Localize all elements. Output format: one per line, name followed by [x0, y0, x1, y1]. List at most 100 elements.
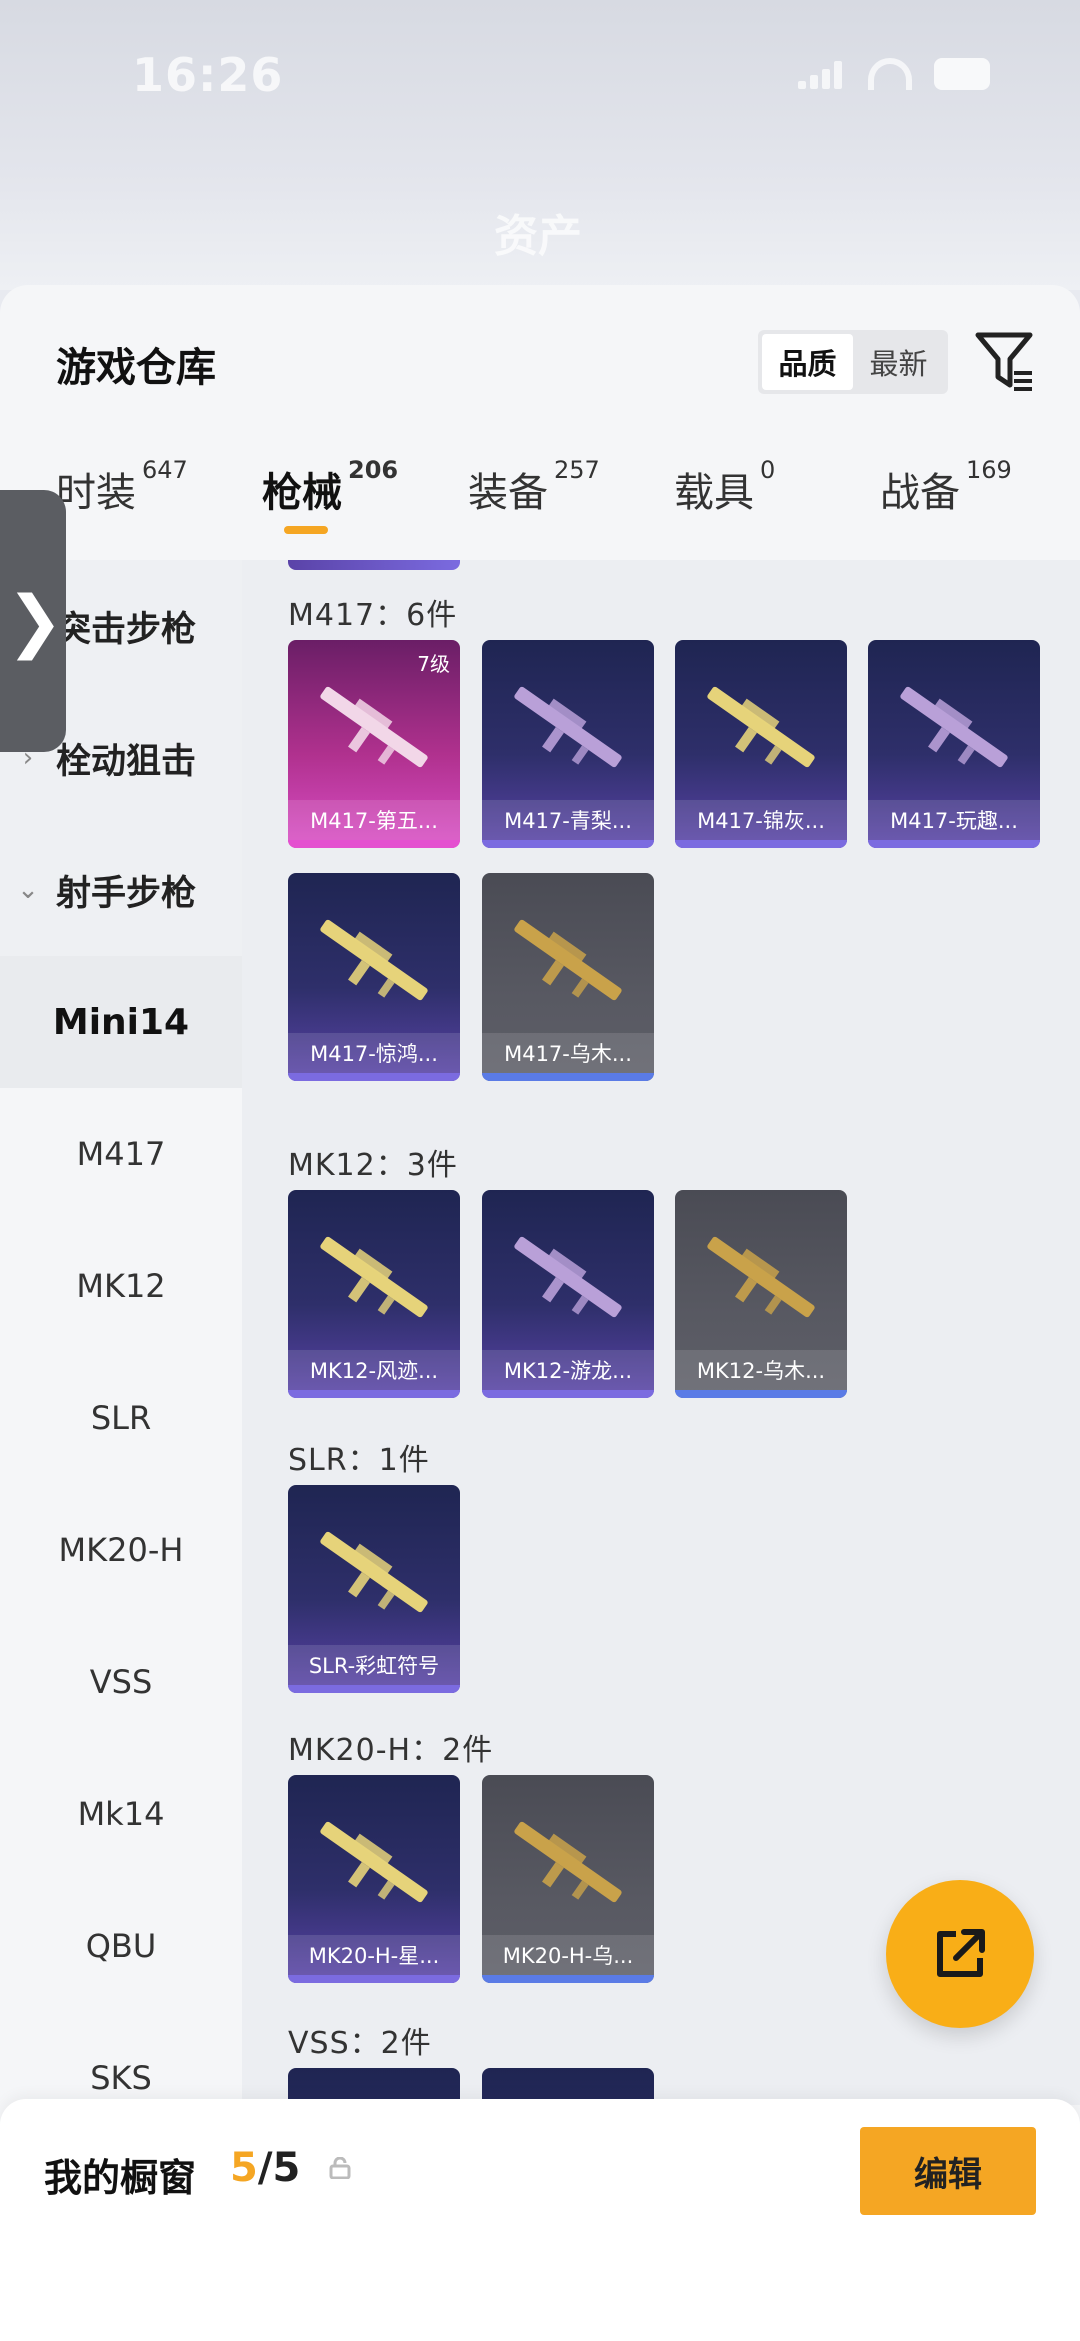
weapon-icon	[320, 1821, 428, 1903]
collapse-handle[interactable]: ❯	[0, 490, 66, 752]
edit-button[interactable]: 编辑	[860, 2127, 1036, 2215]
rarity-bar	[482, 1390, 654, 1398]
tab-outfits[interactable]: 时装 647	[56, 456, 188, 518]
rarity-bar	[288, 1390, 460, 1398]
tab-vehicles[interactable]: 载具 0	[674, 456, 775, 518]
weapon-name: SLR-彩虹符号	[288, 1645, 460, 1685]
battery-icon	[934, 58, 990, 90]
rarity-bar	[675, 840, 847, 848]
sheet-title: 游戏仓库	[56, 345, 216, 391]
status-icons	[798, 58, 990, 90]
weapon-grid: M417：6件 M417-第五... 7级 M417-青梨... M417-锦灰... M…	[242, 560, 1080, 2105]
weapon-card[interactable]: M417-玩趣...	[868, 640, 1040, 848]
tab-count: 206	[348, 456, 399, 484]
tab-combat-gear[interactable]: 战备 169	[880, 456, 1012, 518]
sidebar-item-mini14[interactable]: Mini14	[0, 956, 242, 1088]
showcase-count: 5/5	[230, 2145, 300, 2191]
weapon-name: MK12-游龙...	[482, 1350, 654, 1390]
tab-count: 169	[966, 456, 1012, 484]
blurred-page-title: 资产	[494, 211, 582, 262]
weapon-card[interactable]: M417-锦灰...	[675, 640, 847, 848]
sidebar-category-label: 突击步枪	[56, 609, 197, 650]
share-button[interactable]	[886, 1880, 1034, 2028]
weapon-card[interactable]: M417-青梨...	[482, 640, 654, 848]
filter-icon[interactable]	[974, 329, 1036, 395]
sidebar-category-label: 栓动狙击	[56, 741, 197, 782]
sort-quality-button[interactable]: 品质	[762, 334, 853, 390]
weapon-sidebar: ›突击步枪 ›栓动狙击 ⌄射手步枪 Mini14 M417 MK12 SLR M…	[0, 560, 242, 2160]
share-external-icon	[937, 1929, 985, 1977]
group-title: MK20-H：2件	[288, 1733, 494, 1768]
showcase-count-current: 5	[230, 2145, 258, 2191]
weapon-name: MK20-H-乌...	[482, 1935, 654, 1975]
weapon-icon	[707, 686, 815, 768]
group-title: SLR：1件	[288, 1443, 430, 1478]
weapon-icon	[514, 1236, 622, 1318]
weapon-card[interactable]: MK20-H-乌...	[482, 1775, 654, 1983]
weapon-icon	[707, 1236, 815, 1318]
lock-icon	[329, 2157, 351, 2179]
showcase-count-total: /5	[257, 2145, 301, 2191]
weapon-name: M417-玩趣...	[868, 800, 1040, 840]
rarity-bar	[288, 1975, 460, 1983]
weapon-icon	[320, 686, 428, 768]
tab-label: 战备	[880, 470, 960, 516]
showcase-bar: 我的橱窗 5/5 编辑	[0, 2099, 1080, 2341]
signal-icon	[798, 59, 846, 89]
sort-newest-button[interactable]: 最新	[853, 334, 944, 390]
weapon-card[interactable]: M417-乌木...	[482, 873, 654, 1081]
weapon-card[interactable]: MK12-风迹...	[288, 1190, 460, 1398]
tab-label: 时装	[56, 470, 136, 516]
weapon-name: MK12-乌木...	[675, 1350, 847, 1390]
tab-count: 647	[142, 456, 188, 484]
weapon-name: M417-锦灰...	[675, 800, 847, 840]
top-blur-area: 16:26 资产	[0, 0, 1080, 290]
tab-firearms[interactable]: 枪械 206	[262, 456, 398, 534]
weapon-card[interactable]: M417-惊鸿...	[288, 873, 460, 1081]
chevron-down-icon: ⌄	[17, 875, 39, 905]
tab-count: 257	[554, 456, 600, 484]
rarity-bar	[482, 840, 654, 848]
weapon-icon	[320, 919, 428, 1001]
tab-count: 0	[760, 456, 776, 484]
weapon-card[interactable]: M417-第五... 7级	[288, 640, 460, 848]
rarity-bar	[288, 840, 460, 848]
weapon-icon	[320, 1531, 428, 1613]
tab-label: 装备	[468, 470, 548, 516]
partial-card-above	[288, 560, 460, 570]
sidebar-item-mk20h[interactable]: MK20-H	[0, 1484, 242, 1616]
tab-label: 枪械	[262, 470, 342, 516]
weapon-name: MK20-H-星...	[288, 1935, 460, 1975]
group-title: MK12：3件	[288, 1148, 458, 1183]
rarity-bar	[288, 1073, 460, 1081]
status-time: 16:26	[132, 48, 284, 102]
sidebar-item-mk12[interactable]: MK12	[0, 1220, 242, 1352]
weapon-card[interactable]: MK12-游龙...	[482, 1190, 654, 1398]
weapon-name: M417-惊鸿...	[288, 1033, 460, 1073]
weapon-card[interactable]: MK12-乌木...	[675, 1190, 847, 1398]
weapon-card[interactable]: SLR-彩虹符号	[288, 1485, 460, 1693]
weapon-name: M417-第五...	[288, 800, 460, 840]
level-badge: 7级	[417, 652, 450, 676]
sidebar-item-mk14[interactable]: Mk14	[0, 1748, 242, 1880]
rarity-bar	[868, 840, 1040, 848]
sidebar-item-slr[interactable]: SLR	[0, 1352, 242, 1484]
weapon-icon	[514, 919, 622, 1001]
weapon-icon	[514, 686, 622, 768]
wifi-icon	[868, 58, 912, 90]
sidebar-item-qbu[interactable]: QBU	[0, 1880, 242, 2012]
weapon-icon	[514, 1821, 622, 1903]
sidebar-item-m417[interactable]: M417	[0, 1088, 242, 1220]
group-title: M417：6件	[288, 598, 458, 633]
sidebar-item-vss[interactable]: VSS	[0, 1616, 242, 1748]
sort-toggle: 品质 最新	[758, 330, 948, 394]
sidebar-category-marksman-rifles[interactable]: ⌄ 射手步枪	[0, 824, 242, 956]
showcase-label: 我的橱窗	[44, 2156, 197, 2200]
weapon-card[interactable]: MK20-H-星...	[288, 1775, 460, 1983]
tab-equipment[interactable]: 装备 257	[468, 456, 600, 518]
tab-label: 载具	[674, 470, 754, 516]
warehouse-sheet: ❯ 游戏仓库 品质 最新 时装 647 枪械 206 装备 257 载具 0 战备 169…	[0, 285, 1080, 2341]
weapon-icon	[900, 686, 1008, 768]
sidebar-category-label: 射手步枪	[56, 873, 197, 914]
rarity-bar	[482, 1073, 654, 1081]
